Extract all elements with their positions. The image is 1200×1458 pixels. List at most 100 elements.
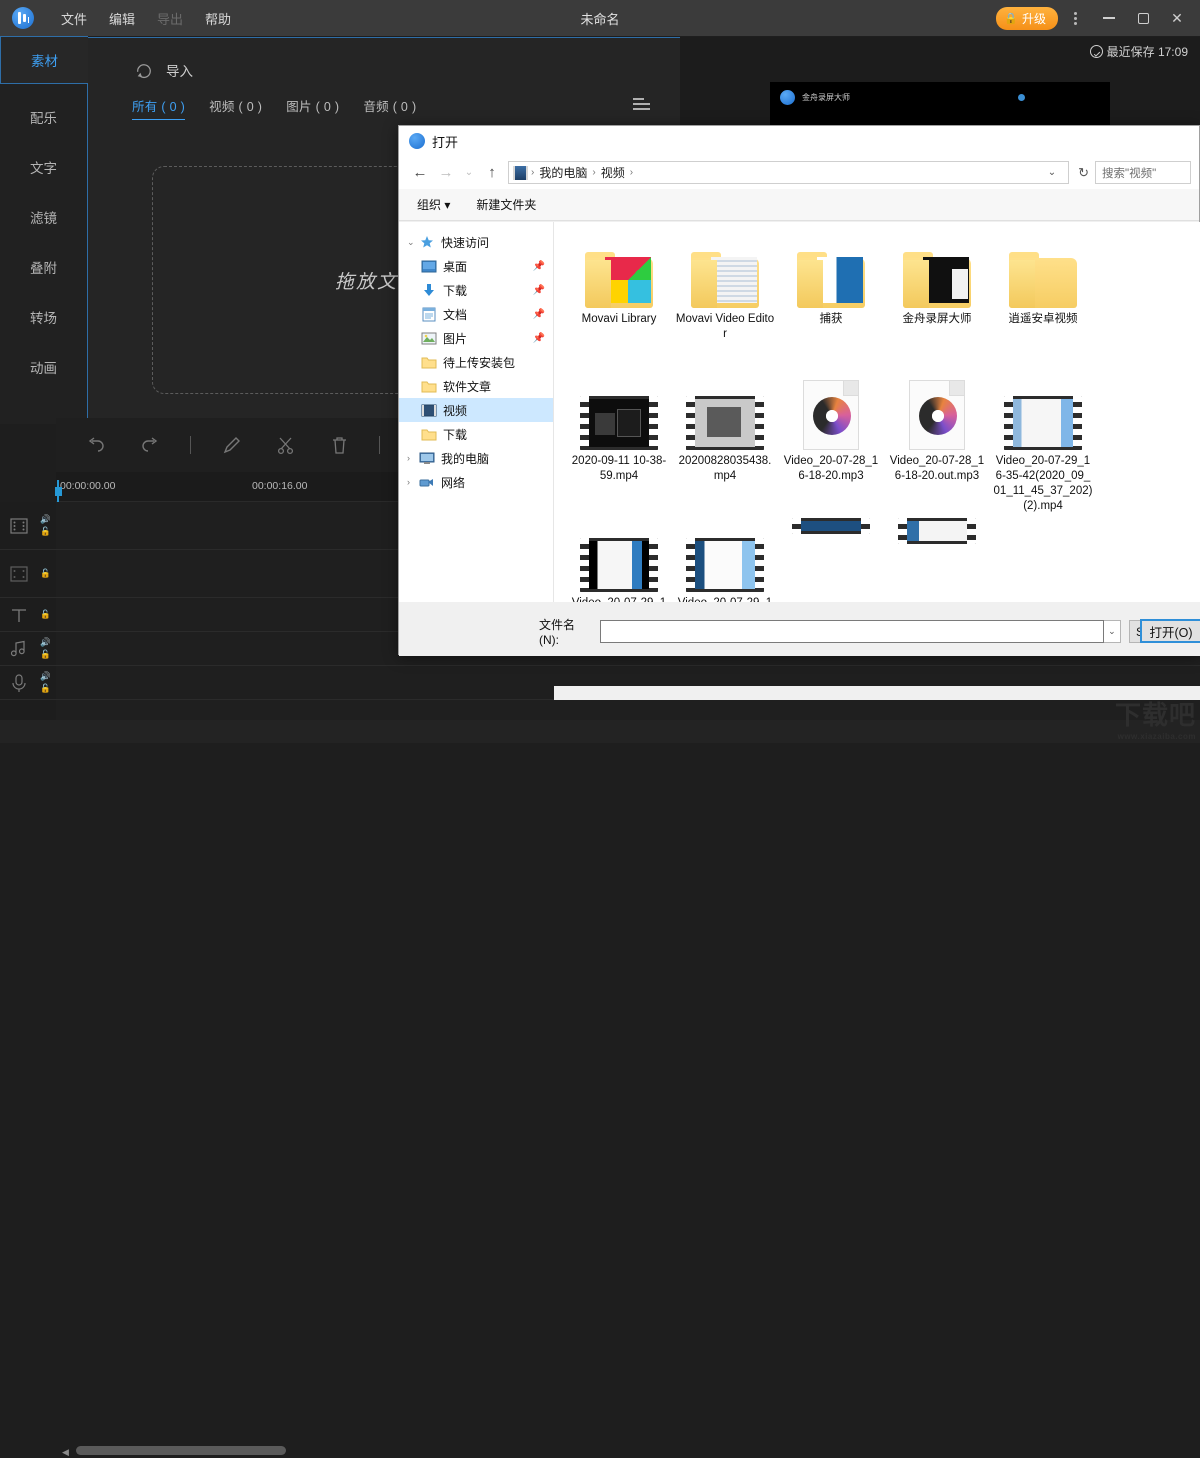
organize-button[interactable]: 组织 ▾	[417, 196, 450, 213]
chevron-down-icon[interactable]: ⌄	[407, 237, 419, 248]
tab-all[interactable]: 所有 ( 0 )	[132, 96, 185, 120]
sidebar-item-text[interactable]: 文字	[0, 142, 87, 192]
video-file-icon	[580, 518, 658, 592]
file-item[interactable]	[778, 518, 884, 546]
tab-video[interactable]: 视频 ( 0 )	[209, 96, 262, 120]
lock-icon[interactable]: 🔓	[40, 609, 51, 620]
tab-image[interactable]: 图片 ( 0 )	[286, 96, 339, 120]
minimize-icon[interactable]	[1092, 0, 1126, 36]
maximize-icon[interactable]	[1126, 0, 1160, 36]
lock-icon[interactable]: 🔓	[40, 683, 51, 694]
file-list[interactable]: Movavi Library Movavi Video Editor	[554, 222, 1200, 602]
upgrade-button[interactable]: 🔒 升级	[996, 7, 1058, 30]
redo-icon[interactable]	[136, 431, 164, 459]
import-button[interactable]: 导入	[166, 60, 193, 80]
back-button[interactable]: ←	[407, 164, 433, 181]
timeline-hscrollbar[interactable]	[76, 1446, 286, 1455]
track-header-video-2[interactable]: 🔓	[0, 550, 56, 598]
refresh-icon[interactable]: ↻	[1072, 165, 1095, 181]
tree-item-desktop[interactable]: 桌面 📌	[399, 254, 553, 278]
volume-icon[interactable]: 🔊	[40, 514, 51, 525]
menu-item-export[interactable]: 导出	[146, 5, 194, 32]
more-icon[interactable]	[1058, 0, 1092, 36]
menu-item-help[interactable]: 帮助	[194, 5, 242, 32]
tree-item-quick-access[interactable]: ⌄ 快速访问	[399, 230, 553, 254]
file-item[interactable]: Movavi Library	[566, 234, 672, 376]
list-view-icon[interactable]	[633, 98, 650, 110]
recent-locations-button[interactable]: ⌄	[459, 167, 479, 178]
track-header-video-1[interactable]: 🔊🔓	[0, 502, 56, 550]
lock-icon[interactable]: 🔓	[40, 568, 51, 579]
playhead-knob[interactable]	[55, 487, 62, 496]
chevron-right-icon[interactable]: ›	[407, 453, 419, 463]
menu-item-edit[interactable]: 编辑	[98, 5, 146, 32]
menu-item-file[interactable]: 文件	[50, 5, 98, 32]
search-input[interactable]: 搜索"视频"	[1095, 161, 1191, 184]
file-item[interactable]	[990, 518, 1096, 546]
tree-item-software-articles[interactable]: 软件文章	[399, 374, 553, 398]
file-item[interactable]: 金舟录屏大师	[884, 234, 990, 376]
sidebar-item-transition[interactable]: 转场	[0, 292, 87, 342]
filename-input[interactable]	[600, 620, 1104, 643]
file-item[interactable]: 逍遥安卓视频	[990, 234, 1096, 376]
file-name: 20200828035438.mp4	[675, 454, 775, 484]
import-row: 导入	[88, 38, 680, 80]
track-header-mic[interactable]: 🔊🔓	[0, 666, 56, 700]
cut-icon[interactable]	[271, 431, 299, 459]
file-item[interactable]: Video_20-07-28_16-18-20.out.mp3	[884, 376, 990, 518]
file-item[interactable]: Video_20-07-29_16-35-42(2020_09_01_11_45…	[990, 376, 1096, 518]
close-icon[interactable]: ✕	[1160, 0, 1194, 36]
pin-icon[interactable]: 📌	[533, 261, 545, 272]
sidebar-item-animation[interactable]: 动画	[0, 342, 87, 392]
volume-icon[interactable]: 🔊	[40, 637, 51, 648]
tree-item-label: 我的电脑	[441, 450, 489, 467]
track-header-music[interactable]: 🔊🔓	[0, 632, 56, 666]
track-header-text[interactable]: 🔓	[0, 598, 56, 632]
delete-icon[interactable]	[325, 431, 353, 459]
edit-icon[interactable]	[217, 431, 245, 459]
file-item[interactable]: Video_20-07-28_16-18-20.mp3	[778, 376, 884, 518]
sidebar-item-media[interactable]: 素材	[0, 36, 88, 84]
file-item[interactable]: 捕获	[778, 234, 884, 376]
sidebar-item-overlay[interactable]: 叠附	[0, 242, 87, 292]
sidebar-item-filter[interactable]: 滤镜	[0, 192, 87, 242]
up-button[interactable]: ↑	[479, 164, 505, 181]
music-track-icon	[8, 639, 30, 659]
dialog-app-logo-icon	[409, 133, 425, 149]
lock-icon[interactable]: 🔓	[40, 649, 51, 660]
file-item[interactable]: 2020-09-11 10-38-59.mp4	[566, 376, 672, 518]
pin-icon[interactable]: 📌	[533, 333, 545, 344]
breadcrumb-item-computer[interactable]: 我的电脑	[534, 164, 592, 181]
pin-icon[interactable]: 📌	[533, 285, 545, 296]
tree-item-video[interactable]: 视频	[399, 398, 553, 422]
chevron-down-icon[interactable]: ⌄	[1104, 620, 1121, 643]
file-item[interactable]: 20200828035438.mp4	[672, 376, 778, 518]
tree-item-my-computer[interactable]: › 我的电脑	[399, 446, 553, 470]
file-item[interactable]: Video_20-07-29_16-35-42.3gp	[672, 518, 778, 602]
forward-button[interactable]: →	[433, 164, 459, 181]
sidebar-item-music[interactable]: 配乐	[0, 92, 87, 142]
tree-item-upload-packages[interactable]: 待上传安装包	[399, 350, 553, 374]
tree-item-downloads-2[interactable]: 下载	[399, 422, 553, 446]
tree-item-downloads[interactable]: 下载 📌	[399, 278, 553, 302]
tab-audio[interactable]: 音频 ( 0 )	[363, 96, 416, 120]
scroll-left-icon[interactable]: ◀	[62, 1447, 69, 1458]
tree-item-network[interactable]: › 网络	[399, 470, 553, 494]
file-item[interactable]: Video_20-07-29_16-35-42(2020_09_01_11_45…	[566, 518, 672, 602]
new-folder-button[interactable]: 新建文件夹	[476, 196, 536, 213]
file-item[interactable]	[884, 518, 990, 546]
file-list-hscrollbar[interactable]	[554, 686, 1200, 700]
tree-item-pictures[interactable]: 图片 📌	[399, 326, 553, 350]
open-button[interactable]: 打开(O)	[1140, 619, 1200, 643]
chevron-down-icon[interactable]: ⌄	[1040, 167, 1064, 178]
pin-icon[interactable]: 📌	[533, 309, 545, 320]
chevron-right-icon[interactable]: ›	[407, 477, 419, 487]
undo-icon[interactable]	[82, 431, 110, 459]
file-item[interactable]: Movavi Video Editor	[672, 234, 778, 376]
breadcrumb-item-video[interactable]: 视频	[596, 164, 630, 181]
file-name: Video_20-07-28_16-18-20.out.mp3	[887, 454, 987, 484]
volume-icon[interactable]: 🔊	[40, 671, 51, 682]
tree-item-documents[interactable]: 文档 📌	[399, 302, 553, 326]
breadcrumb[interactable]: › 我的电脑 › 视频 › ⌄	[508, 161, 1069, 184]
lock-icon[interactable]: 🔓	[40, 526, 51, 537]
